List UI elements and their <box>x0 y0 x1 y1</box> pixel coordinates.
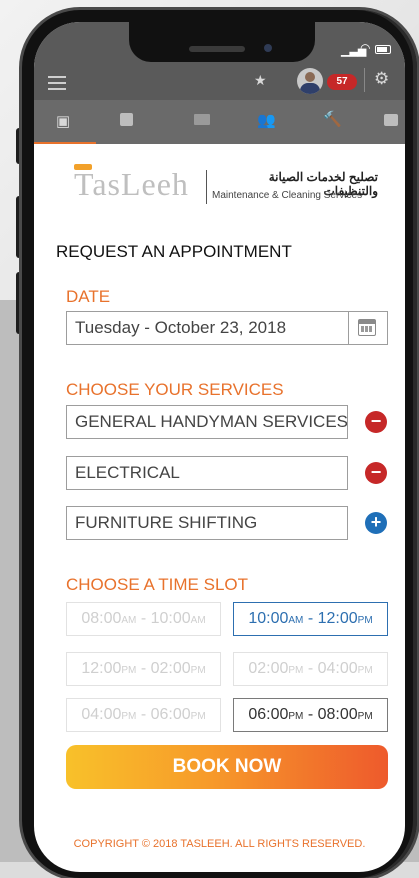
slot-start: 08:00 <box>81 610 122 627</box>
star-icon[interactable]: ★ <box>254 72 267 89</box>
battery-icon <box>375 45 391 54</box>
time-slot[interactable]: 06:00PM - 08:00PM <box>233 698 388 732</box>
service-field[interactable]: ELECTRICAL <box>66 456 348 490</box>
slot-end: 08:00 <box>317 706 358 723</box>
phone-notch <box>129 22 315 62</box>
slot-start-ap: PM <box>288 665 304 676</box>
slot-end-ap: PM <box>357 665 373 676</box>
slot-start: 12:00 <box>81 660 122 677</box>
slot-start-ap: PM <box>121 711 137 722</box>
phone-frame: ★ 57 ⚙ ▁▃▅ ◠ ▣ 👥 🔨 TasLeeh تصليح لخدمات … <box>22 10 417 878</box>
tab-users-icon[interactable]: 👥 <box>257 111 276 129</box>
slot-end-ap: PM <box>357 615 373 626</box>
service-field[interactable]: GENERAL HANDYMAN SERVICES <box>66 405 348 439</box>
minus-icon: − <box>370 411 382 431</box>
remove-service-button[interactable]: − <box>365 462 387 484</box>
tab-card-icon[interactable] <box>194 114 210 125</box>
slot-end-ap: PM <box>357 711 373 722</box>
slot-end-ap: PM <box>190 711 206 722</box>
time-slot-selected[interactable]: 10:00AM - 12:00PM <box>233 602 388 636</box>
date-value: Tuesday - October 23, 2018 <box>75 318 287 337</box>
active-tab-indicator <box>34 142 96 144</box>
footer-copyright: COPYRIGHT © 2018 TASLEEH. ALL RIGHTS RES… <box>73 838 366 850</box>
menu-icon[interactable] <box>48 76 66 90</box>
time-slot[interactable]: 04:00PM - 06:00PM <box>66 698 221 732</box>
slot-end: 02:00 <box>150 660 191 677</box>
slot-start-ap: PM <box>288 711 304 722</box>
page-title: REQUEST AN APPOINTMENT <box>56 242 292 261</box>
phone-speaker <box>189 46 245 52</box>
slot-end: 12:00 <box>317 610 358 627</box>
phone-screen: ★ 57 ⚙ ▁▃▅ ◠ ▣ 👥 🔨 TasLeeh تصليح لخدمات … <box>34 22 405 872</box>
remove-service-button[interactable]: − <box>365 411 387 433</box>
time-slot[interactable]: 12:00PM - 02:00PM <box>66 652 221 686</box>
date-field-divider <box>348 311 349 345</box>
app-tab-bar: ▣ 👥 🔨 <box>34 100 405 144</box>
plus-icon: + <box>370 512 382 532</box>
slot-end-ap: PM <box>190 665 206 676</box>
logo-hammer-icon <box>74 164 92 170</box>
time-slot[interactable]: 02:00PM - 04:00PM <box>233 652 388 686</box>
slot-start: 04:00 <box>81 706 122 723</box>
slot-start: 02:00 <box>248 660 289 677</box>
slot-start-ap: AM <box>288 615 304 626</box>
wifi-icon: ◠ <box>360 41 371 55</box>
avatar[interactable] <box>297 68 323 94</box>
english-tagline: Maintenance & Cleaning Services <box>212 190 363 201</box>
date-field[interactable]: Tuesday - October 23, 2018 <box>66 311 388 345</box>
tab-briefcase-icon[interactable] <box>384 114 398 126</box>
slot-end-ap: AM <box>190 615 206 626</box>
time-slot[interactable]: 08:00AM - 10:00AM <box>66 602 221 636</box>
logo-divider <box>206 170 207 204</box>
calendar-icon[interactable] <box>358 319 376 336</box>
slot-end: 06:00 <box>150 706 191 723</box>
slot-end: 04:00 <box>317 660 358 677</box>
slot-start-ap: PM <box>121 665 137 676</box>
date-label: DATE <box>66 287 111 306</box>
tab-tools-icon[interactable]: 🔨 <box>323 110 342 128</box>
brand-logo: TasLeeh تصليح لخدمات الصيانة والتنظيفات … <box>70 164 378 216</box>
settings-gear-icon[interactable]: ⚙ <box>374 69 389 89</box>
notification-badge[interactable]: 57 <box>327 74 357 90</box>
tab-home-icon[interactable]: ▣ <box>56 112 70 130</box>
service-field[interactable]: FURNITURE SHIFTING <box>66 506 348 540</box>
add-service-button[interactable]: + <box>365 512 387 534</box>
slot-start-ap: AM <box>121 615 137 626</box>
slot-start: 10:00 <box>248 610 289 627</box>
services-label: CHOOSE YOUR SERVICES <box>66 380 284 399</box>
book-now-button[interactable]: BOOK NOW <box>66 745 388 789</box>
slot-start: 06:00 <box>248 706 289 723</box>
divider <box>364 68 365 92</box>
phone-camera <box>264 44 272 52</box>
minus-icon: − <box>370 462 382 482</box>
logo-wordmark: TasLeeh <box>74 166 189 202</box>
time-slot-label: CHOOSE A TIME SLOT <box>66 575 249 594</box>
tab-calendar-icon[interactable] <box>120 113 133 126</box>
slot-end: 10:00 <box>150 610 191 627</box>
